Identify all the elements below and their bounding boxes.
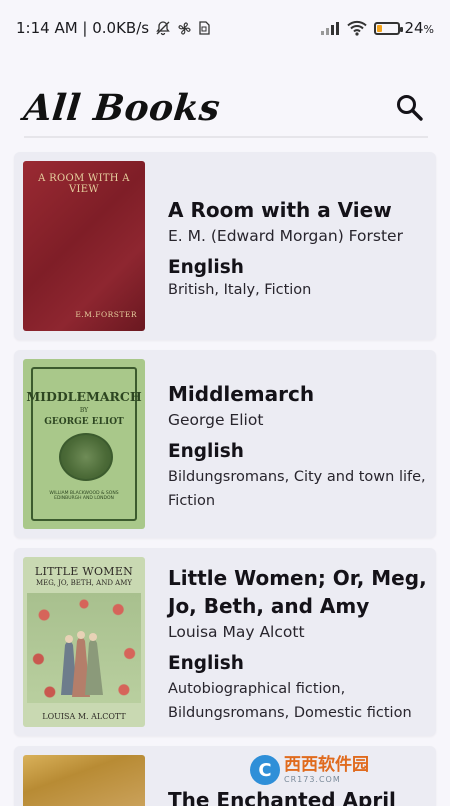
cover-publisher-line2: EDINBURGH AND LONDON — [54, 496, 114, 501]
wifi-icon — [347, 20, 368, 36]
book-info: The Enchanted April — [168, 786, 428, 806]
cover-title: LITTLE WOMEN — [34, 565, 134, 578]
book-cover — [23, 755, 145, 806]
book-cover: LITTLE WOMEN MEG, JO, BETH, AND AMY LOUI… — [23, 557, 145, 727]
watermark-sub: CR173.COM — [284, 774, 341, 784]
status-time-speed: 1:14 AM | 0.0KB/s — [16, 19, 150, 37]
watermark-badge: C — [250, 755, 280, 785]
book-info: Middlemarch George Eliot English Bildung… — [168, 380, 428, 515]
book-cover: MIDDLEMARCH BY GEORGE ELIOT WILLIAM BLAC… — [23, 359, 145, 529]
watermark-text: 西西软件园 CR173.COM — [284, 754, 369, 784]
search-icon — [397, 95, 423, 121]
sim-icon — [198, 21, 210, 35]
book-title: A Room with a View — [168, 198, 392, 222]
cover-subtitle: MEG, JO, BETH, AND AMY — [36, 579, 132, 587]
mute-bell-icon — [155, 20, 171, 36]
status-left: 1:14 AM | 0.0KB/s — [16, 19, 210, 37]
fan-icon — [177, 21, 192, 36]
book-language: English — [168, 441, 244, 462]
book-card-room-with-a-view[interactable]: A ROOM WITH A VIEW E.M.FORSTER A Room wi… — [14, 152, 436, 340]
header-divider — [24, 136, 428, 138]
book-subjects-line2: Fiction — [168, 493, 216, 509]
book-language: English — [168, 257, 244, 278]
battery-percent-text: 24% — [404, 19, 434, 37]
cover-figures-illustration — [61, 631, 103, 697]
book-author: George Eliot — [168, 411, 264, 429]
battery-percent-symbol: % — [423, 23, 434, 36]
status-right: 24% — [320, 19, 434, 37]
battery-indicator: 24% — [374, 19, 434, 37]
cover-author: E.M.FORSTER — [75, 310, 137, 319]
battery-icon — [374, 21, 404, 35]
book-subjects-line2: Bildungsromans, Domestic fiction — [168, 705, 412, 721]
page-title: All Books — [21, 87, 223, 129]
book-card-little-women[interactable]: LITTLE WOMEN MEG, JO, BETH, AND AMY LOUI… — [14, 548, 436, 736]
book-card-middlemarch[interactable]: MIDDLEMARCH BY GEORGE ELIOT WILLIAM BLAC… — [14, 350, 436, 538]
search-button[interactable] — [392, 90, 428, 126]
cover-vignette — [59, 433, 113, 481]
book-info: Little Women; Or, Meg, Jo, Beth, and Amy… — [168, 564, 428, 727]
book-language: English — [168, 653, 244, 674]
battery-fill — [377, 24, 383, 32]
battery-percent: 24 — [404, 19, 424, 37]
cover-title: A ROOM WITH A VIEW — [38, 173, 130, 195]
cover-by: BY — [79, 407, 89, 414]
cover-title: MIDDLEMARCH — [26, 389, 142, 404]
book-title-line2: Jo, Beth, and Amy — [168, 594, 370, 618]
cover-author: LOUISA M. ALCOTT — [42, 712, 126, 721]
book-author: Louisa May Alcott — [168, 623, 305, 641]
book-title: The Enchanted April — [168, 788, 396, 806]
status-bar: 1:14 AM | 0.0KB/s 24% — [0, 0, 450, 56]
watermark-logo: C 西西软件园 CR173.COM — [250, 752, 430, 788]
watermark-main: 西西软件园 — [284, 754, 369, 775]
book-info: A Room with a View E. M. (Edward Morgan)… — [168, 196, 428, 301]
app-header: All Books — [21, 80, 428, 136]
cover-author: GEORGE ELIOT — [44, 417, 124, 427]
book-subjects: British, Italy, Fiction — [168, 282, 312, 298]
book-cover: A ROOM WITH A VIEW E.M.FORSTER — [23, 161, 145, 331]
signal-icon — [320, 21, 340, 35]
book-title: Middlemarch — [168, 382, 315, 406]
book-title-line1: Little Women; Or, Meg, — [168, 566, 427, 590]
cover-publisher: WILLIAM BLACKWOOD & SONS EDINBURGH AND L… — [23, 491, 145, 501]
book-author: E. M. (Edward Morgan) Forster — [168, 227, 403, 245]
